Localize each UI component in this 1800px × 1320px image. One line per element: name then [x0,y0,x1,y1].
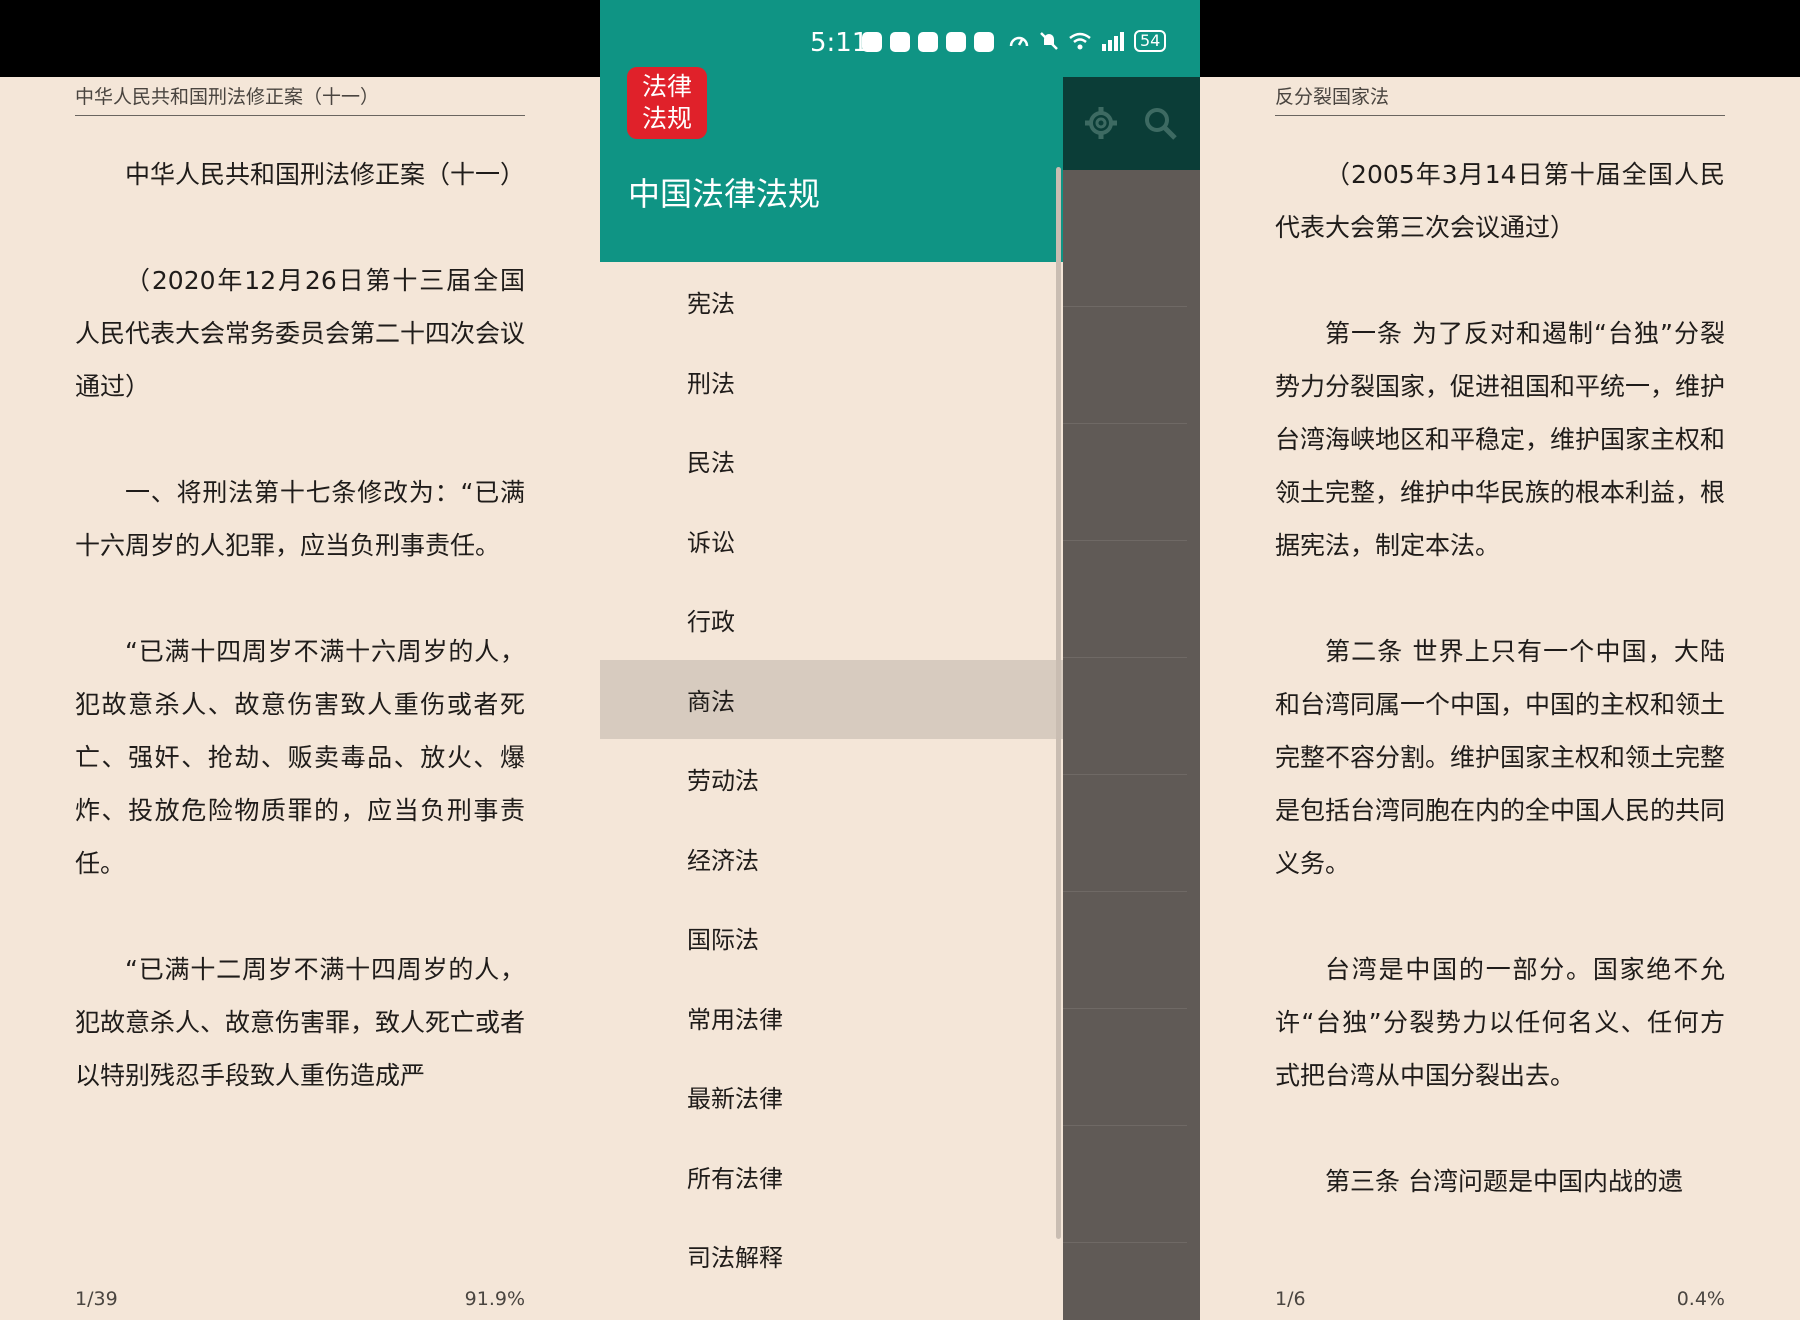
list-item [1063,307,1187,424]
menu-item-administrative[interactable]: 行政 [600,580,1063,660]
reader-body: （2005年3月14日第十届全国人民代表大会第三次会议通过） 第一条 为了反对和… [1275,148,1725,1261]
paragraph: 中华人民共和国刑法修正案（十一） [125,160,526,189]
paragraph: “已满十二周岁不满十四周岁的人，犯故意杀人、故意伤害罪，致人死亡或者以特别残忍手… [75,955,526,1090]
drawer-scrollbar[interactable] [1056,167,1061,1239]
left-reader-pane: 中华人民共和国刑法修正案（十一） 中华人民共和国刑法修正案（十一） （2020年… [0,0,600,1320]
shield-icon [946,32,966,52]
menu-item-litigation[interactable]: 诉讼 [600,501,1063,581]
menu-item-civil-law[interactable]: 民法 [600,421,1063,501]
list-item [1063,892,1187,1009]
menu-item-common-laws[interactable]: 常用法律 [600,978,1063,1058]
paragraph: （2005年3月14日第十届全国人民代表大会第三次会议通过） [1275,160,1725,242]
system-icons: 54 [1008,30,1167,52]
status-time: 5:11 [810,28,869,58]
notification-icons [862,32,994,52]
list-item [1063,541,1187,658]
menu-item-all-laws[interactable]: 所有法律 [600,1137,1063,1217]
qq-icon [862,32,882,52]
status-bar: 5:11 54 [600,0,1200,77]
app-notification-icon [890,32,910,52]
running-title: 中华人民共和国刑法修正案（十一） [75,82,525,116]
drawer-menu: 宪法 刑法 民法 诉讼 行政 商法 劳动法 经济法 国际法 常用法律 最新法律 … [600,262,1063,1296]
progress-percent: 0.4% [1676,1288,1725,1310]
search-icon[interactable] [1142,105,1178,141]
list-item [1063,658,1187,775]
progress-percent: 91.9% [464,1288,525,1310]
menu-item-constitution[interactable]: 宪法 [600,262,1063,342]
gear-icon[interactable] [1083,105,1119,141]
speed-icon [1009,36,1029,47]
app-notification-icon [974,32,994,52]
paragraph: “已满十四周岁不满十六周岁的人，犯故意杀人、故意伤害致人重伤或者死亡、强奸、抢劫… [75,637,525,878]
navigation-drawer: 法律 法规 中国法律法规 宪法 刑法 民法 诉讼 行政 商法 劳动法 经济法 国… [600,67,1063,1320]
message-icon [918,32,938,52]
wifi-icon [1069,32,1091,50]
dimmed-law-list [1063,190,1187,1300]
mute-icon [1040,32,1058,50]
right-reader-pane: 反分裂国家法 （2005年3月14日第十届全国人民代表大会第三次会议通过） 第一… [1200,0,1800,1320]
paragraph: （2020年12月26日第十三届全国人民代表大会常务委员会第二十四次会议通过） [75,266,526,401]
list-item [1063,1126,1187,1243]
list-item [1063,775,1187,892]
paragraph: 第一条 为了反对和遏制“台独”分裂势力分裂国家，促进祖国和平统一，维护台湾海峡地… [1275,319,1726,560]
menu-item-labor-law[interactable]: 劳动法 [600,739,1063,819]
drawer-header: 法律 法规 中国法律法规 [600,67,1063,262]
menu-item-latest-laws[interactable]: 最新法律 [600,1057,1063,1137]
menu-item-economic-law[interactable]: 经济法 [600,819,1063,899]
app-screen: 5:11 54 法律 法规 中国法律法规 宪法 刑法 民法 诉讼 行政 商法 劳… [600,0,1200,1320]
paragraph: 第二条 世界上只有一个中国，大陆和台湾同属一个中国，中国的主权和领土完整不容分割… [1275,637,1726,878]
app-logo: 法律 法规 [627,67,707,139]
menu-item-criminal-law[interactable]: 刑法 [600,342,1063,422]
list-item [1063,190,1187,307]
signal-icon [1102,32,1124,51]
list-item [1063,424,1187,541]
menu-item-commercial-law[interactable]: 商法 [600,659,1063,739]
menu-item-international-law[interactable]: 国际法 [600,898,1063,978]
page-indicator: 1/39 [75,1288,118,1310]
paragraph: 一、将刑法第十七条修改为：“已满十六周岁的人犯罪，应当负刑事责任。 [75,478,525,560]
drawer-title: 中国法律法规 [628,175,821,213]
page-indicator: 1/6 [1275,1288,1306,1310]
list-item [1063,1009,1187,1126]
reader-body: 中华人民共和国刑法修正案（十一） （2020年12月26日第十三届全国人民代表大… [75,148,525,1155]
paragraph: 第三条 台湾问题是中国内战的遗 [1325,1167,1683,1196]
running-title: 反分裂国家法 [1275,82,1725,116]
app-toolbar [1063,77,1200,170]
battery-icon: 54 [1134,30,1167,52]
menu-item-judicial-interpretation[interactable]: 司法解释 [600,1216,1063,1296]
paragraph: 台湾是中国的一部分。国家绝不允许“台独”分裂势力以任何名义、任何方式把台湾从中国… [1275,955,1725,1090]
